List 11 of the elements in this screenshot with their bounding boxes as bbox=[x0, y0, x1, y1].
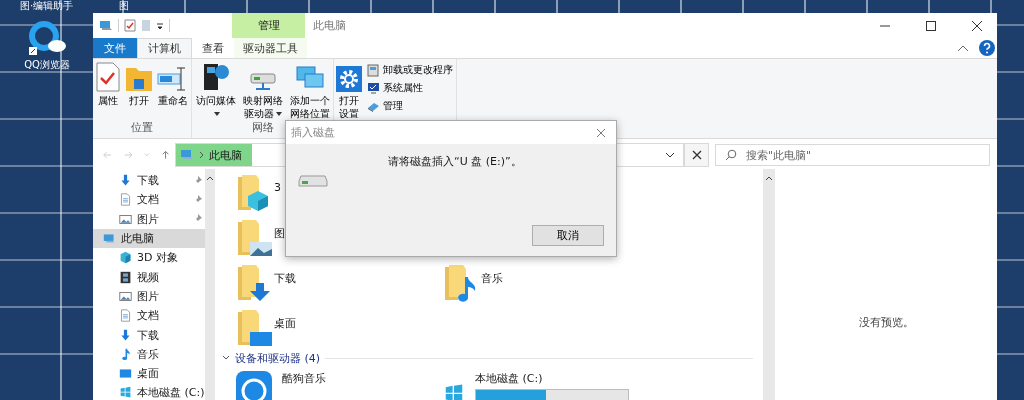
dialog-title: 插入磁盘 bbox=[291, 125, 335, 140]
dialog-message: 请将磁盘插入“U 盘 (E:)”。 bbox=[388, 154, 522, 169]
taskbar-label: 图·编辑助手 bbox=[20, 0, 74, 12]
preview-message: 没有预览。 bbox=[858, 315, 914, 331]
group-label: 网络 bbox=[251, 120, 274, 136]
contextual-tab-header: 管理 bbox=[232, 13, 305, 38]
group-label: 位置 bbox=[131, 120, 153, 136]
drive-label: 酷狗音乐 bbox=[282, 371, 326, 386]
window-title: 此电脑 bbox=[313, 18, 347, 33]
taskbar-label: 图 bbox=[119, 0, 130, 12]
drive-label: 本地磁盘 (C:) bbox=[475, 371, 544, 386]
